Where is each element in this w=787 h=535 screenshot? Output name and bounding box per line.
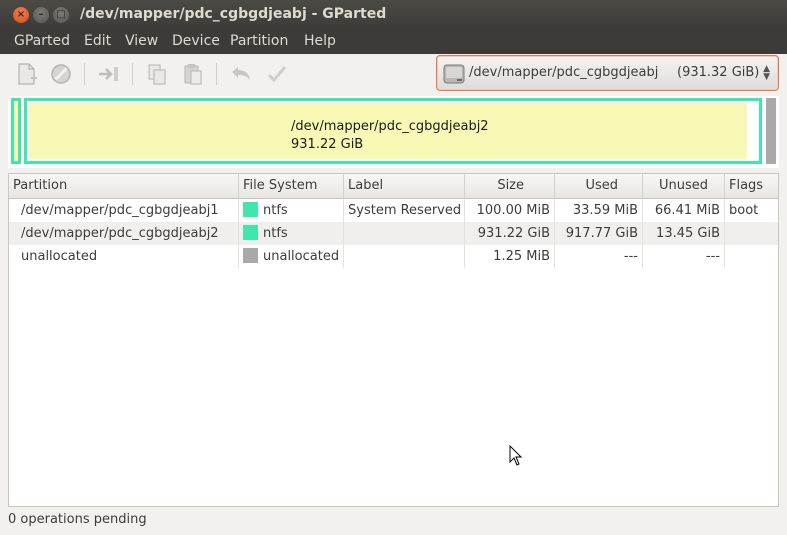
cell-file-system: unallocated	[239, 245, 344, 268]
menu-gparted[interactable]: GParted	[14, 33, 70, 49]
fs-name: ntfs	[263, 226, 288, 241]
resize-move-icon	[99, 67, 118, 81]
apply-icon	[267, 66, 287, 83]
cell-used: 33.59 MiB	[555, 199, 643, 222]
column-flags[interactable]: Flags	[725, 174, 778, 199]
partition-map: /dev/mapper/pdc_cgbgdjeabj2 931.22 GiB	[8, 96, 779, 168]
copy-button[interactable]	[144, 61, 170, 87]
cell-unused: 13.45 GiB	[643, 222, 725, 245]
operations-pending-text: 0 operations pending	[8, 512, 147, 527]
cell-unused: 66.41 MiB	[643, 199, 725, 222]
cell-flags	[725, 222, 778, 245]
cell-unused: ---	[643, 245, 725, 268]
window-title: /dev/mapper/pdc_cgbgdjeabj - GParted	[80, 6, 387, 22]
delete-icon	[51, 64, 71, 84]
table-header: Partition File System Label Size Used Un…	[9, 174, 778, 199]
column-unused[interactable]: Unused	[643, 174, 725, 199]
cell-label	[344, 222, 465, 245]
gparted-window: × – □ /dev/mapper/pdc_cgbgdjeabj - GPart…	[0, 0, 787, 535]
cell-size: 100.00 MiB	[465, 199, 555, 222]
fs-color-swatch	[243, 248, 258, 263]
cell-flags	[725, 245, 778, 268]
menu-edit[interactable]: Edit	[84, 33, 111, 49]
column-label[interactable]: Label	[344, 174, 465, 199]
cell-partition: /dev/mapper/pdc_cgbgdjeabj2	[9, 222, 239, 245]
menu-bar: GParted Edit View Device Partition Help	[0, 30, 787, 54]
fs-name: unallocated	[263, 249, 340, 264]
cell-partition: unallocated	[9, 245, 239, 268]
paste-button[interactable]	[180, 61, 206, 87]
column-size[interactable]: Size	[465, 174, 555, 199]
menu-partition[interactable]: Partition	[230, 33, 288, 49]
device-path: /dev/mapper/pdc_cgbgdjeabj	[469, 65, 659, 80]
disk-icon	[443, 64, 465, 84]
copy-icon	[148, 64, 166, 85]
toolbar-separator	[132, 63, 133, 85]
table-row[interactable]: unallocated unallocated 1.25 MiB --- ---	[9, 245, 778, 268]
resize-move-button[interactable]	[96, 61, 122, 87]
device-selector[interactable]: /dev/mapper/pdc_cgbgdjeabj (931.32 GiB) …	[436, 55, 779, 91]
column-partition[interactable]: Partition	[9, 174, 239, 199]
cell-used: 917.77 GiB	[555, 222, 643, 245]
cell-label	[344, 245, 465, 268]
partition-map-size: 931.22 GiB	[291, 137, 364, 152]
cell-size: 931.22 GiB	[465, 222, 555, 245]
new-partition-icon	[18, 63, 37, 85]
apply-button[interactable]	[264, 61, 290, 87]
undo-icon	[232, 67, 250, 80]
cell-flags: boot	[729, 203, 759, 218]
toolbar-separator	[216, 63, 217, 85]
partition-block-p2[interactable]: /dev/mapper/pdc_cgbgdjeabj2 931.22 GiB	[24, 98, 762, 164]
partition-block-unallocated[interactable]	[766, 98, 776, 164]
cell-partition: /dev/mapper/pdc_cgbgdjeabj1	[9, 199, 239, 222]
chevron-updown-icon: ▲ ▼	[763, 64, 770, 82]
column-file-system[interactable]: File System	[239, 174, 344, 199]
new-partition-button[interactable]	[14, 61, 40, 87]
cell-label: System Reserved	[344, 199, 465, 222]
partition-table: Partition File System Label Size Used Un…	[8, 173, 779, 507]
delete-button[interactable]	[48, 61, 74, 87]
menu-device[interactable]: Device	[172, 33, 220, 49]
minimize-window-button[interactable]: –	[33, 7, 49, 23]
status-bar: 0 operations pending	[0, 509, 787, 535]
fs-name: ntfs	[263, 203, 288, 218]
table-row[interactable]: /dev/mapper/pdc_cgbgdjeabj1 ntfs System …	[9, 199, 778, 222]
toolbar-separator	[84, 63, 85, 85]
mouse-cursor-icon	[509, 445, 523, 466]
cell-file-system: ntfs	[239, 222, 344, 245]
partition-block-p1[interactable]	[11, 98, 21, 164]
paste-icon	[184, 64, 202, 85]
menu-help[interactable]: Help	[304, 33, 336, 49]
column-used[interactable]: Used	[555, 174, 643, 199]
maximize-window-button[interactable]: □	[53, 7, 69, 23]
table-row[interactable]: /dev/mapper/pdc_cgbgdjeabj2 ntfs 931.22 …	[9, 222, 778, 245]
cell-size: 1.25 MiB	[465, 245, 555, 268]
fs-color-swatch	[243, 225, 258, 240]
title-bar: × – □ /dev/mapper/pdc_cgbgdjeabj - GPart…	[0, 0, 787, 30]
cell-file-system: ntfs	[239, 199, 344, 222]
cell-used: ---	[555, 245, 643, 268]
close-window-button[interactable]: ×	[13, 7, 29, 23]
undo-button[interactable]	[228, 61, 254, 87]
partition-map-name: /dev/mapper/pdc_cgbgdjeabj2	[291, 119, 489, 134]
menu-view[interactable]: View	[125, 33, 158, 49]
device-size: (931.32 GiB)	[677, 65, 760, 80]
fs-color-swatch	[243, 202, 258, 217]
